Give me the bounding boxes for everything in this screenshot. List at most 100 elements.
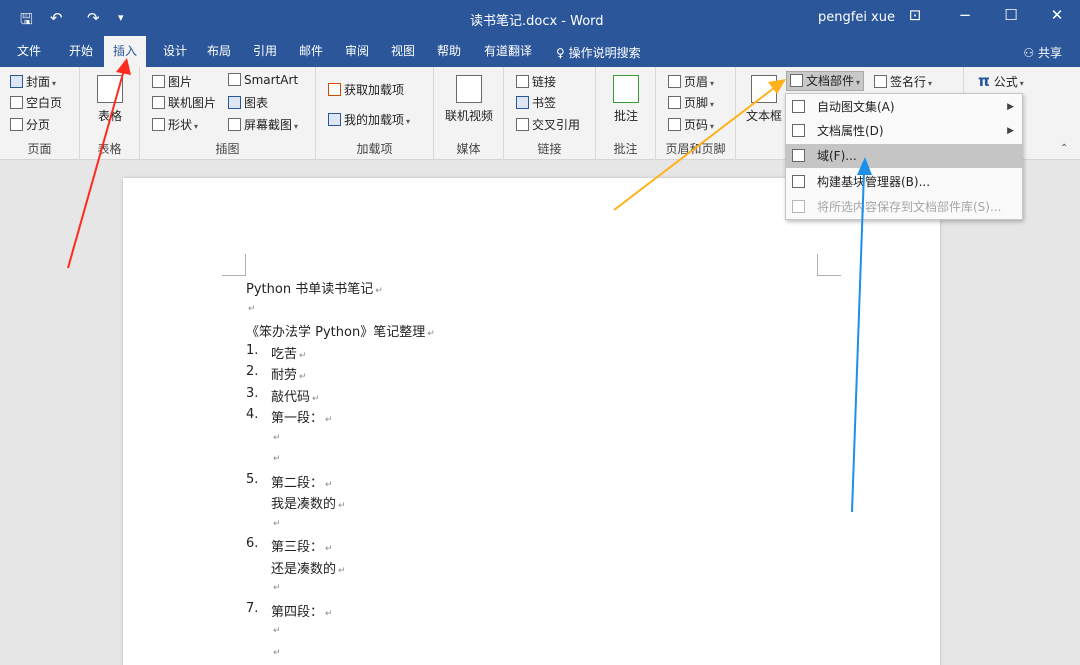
paragraph-mark-icon: ↵ <box>427 329 435 339</box>
quick-parts-menu: 自动图文集(A) ▶ 文档属性(D) ▶ 域(F)... 构建基块管理器(B)... 将所选… <box>785 93 1023 220</box>
group-header-footer: 页眉 ▾ 页脚 ▾ 页码 ▾ 页眉和页脚 <box>656 67 736 160</box>
group-label-illustrations: 插图 <box>215 142 240 156</box>
chart-button[interactable]: 图表 <box>228 94 268 111</box>
document-line[interactable]: ↵ <box>246 300 256 315</box>
blank-page-button[interactable]: 空白页 <box>10 94 62 111</box>
save-icon[interactable]: 🖫 <box>20 9 33 34</box>
footer-icon <box>668 96 681 109</box>
tab-mailings[interactable]: 邮件 <box>292 36 330 67</box>
online-picture-icon <box>152 96 165 109</box>
collapse-ribbon-icon[interactable]: ⌃ <box>1060 143 1068 154</box>
picture-icon <box>152 75 165 88</box>
equation-button[interactable]: π 公式 ▾ <box>978 72 1024 90</box>
menu-item: 将所选内容保存到文档部件库(S)... <box>786 195 1022 219</box>
document-line[interactable]: ↵ <box>271 622 281 637</box>
document-line[interactable]: 敲代码 ↵ <box>271 386 320 405</box>
menu-item[interactable]: 域(F)... <box>786 144 1022 168</box>
maximize-icon[interactable]: ☐ <box>996 6 1026 24</box>
tab-layout[interactable]: 布局 <box>200 36 238 67</box>
new-comment-button[interactable]: 批注 <box>610 75 642 124</box>
document-line[interactable]: 第一段： ↵ <box>271 407 333 426</box>
bookmark-button[interactable]: 书签 <box>516 94 556 111</box>
ribbon-tabs: 文件 开始 插入 设计 布局 引用 邮件 审阅 视图 帮助 有道翻译 ♀ 操作说… <box>0 36 1080 67</box>
signature-line-button[interactable]: 签名行 ▾ <box>874 73 932 90</box>
smartart-button[interactable]: SmartArt <box>228 73 298 87</box>
document-line[interactable]: 第四段： ↵ <box>271 601 333 620</box>
group-addins: 获取加载项 我的加载项 ▾ 加载项 <box>316 67 434 160</box>
menu-item[interactable]: 构建基块管理器(B)... <box>786 170 1022 194</box>
document-line[interactable]: ↵ <box>271 515 281 530</box>
document-property-icon <box>792 124 805 137</box>
screenshot-label: 屏幕截图 <box>244 118 293 132</box>
tab-file[interactable]: 文件 <box>10 36 48 67</box>
pictures-button[interactable]: 图片 <box>152 73 192 90</box>
document-line[interactable]: 第二段： ↵ <box>271 472 333 491</box>
tab-design[interactable]: 设计 <box>156 36 194 67</box>
get-addins-label: 获取加载项 <box>344 83 405 97</box>
document-line[interactable]: 还是凑数的 ↵ <box>271 558 346 577</box>
paragraph-mark-icon: ↵ <box>273 647 281 658</box>
document-area[interactable]: Python 书单读书笔记 ↵ ↵ 《笨办法学 Python》笔记整理 ↵ 1. 吃苦 ↵ 2.… <box>0 160 1080 665</box>
paragraph-mark-icon: ↵ <box>325 544 333 554</box>
document-line[interactable]: 耐劳 ↵ <box>271 364 307 383</box>
cover-page-button[interactable]: 封面 ▾ <box>10 73 56 90</box>
document-line[interactable]: 吃苦 ↵ <box>271 343 307 362</box>
document-page[interactable]: Python 书单读书笔记 ↵ ↵ 《笨办法学 Python》笔记整理 ↵ 1. 吃苦 ↵ 2.… <box>123 178 940 665</box>
my-addins-button[interactable]: 我的加载项 ▾ <box>328 111 410 128</box>
document-line[interactable]: 《笨办法学 Python》笔记整理 ↵ <box>246 321 435 340</box>
tab-home[interactable]: 开始 <box>62 36 100 67</box>
tab-references[interactable]: 引用 <box>246 36 284 67</box>
share-button[interactable]: ⚇ 共享 <box>1023 44 1062 61</box>
minimize-icon[interactable]: − <box>950 6 980 24</box>
screenshot-button[interactable]: 屏幕截图 ▾ <box>228 116 298 133</box>
page-break-button[interactable]: 分页 <box>10 116 50 133</box>
close-icon[interactable]: ✕ <box>1042 6 1072 24</box>
bookmark-label: 书签 <box>532 96 557 110</box>
tell-me-search[interactable]: ♀ 操作说明搜索 <box>556 44 641 61</box>
undo-icon[interactable]: ↶ <box>50 9 63 27</box>
paragraph-mark-icon: ↵ <box>248 303 256 314</box>
paragraph-mark-icon: ↵ <box>273 432 281 443</box>
menu-item-label: 自动图文集(A) <box>817 100 895 114</box>
tab-insert[interactable]: 插入 <box>104 36 146 67</box>
menu-item[interactable]: 文档属性(D) ▶ <box>786 119 1022 143</box>
group-label-header-footer: 页眉和页脚 <box>665 142 726 156</box>
page-number-button[interactable]: 页码 ▾ <box>668 116 714 133</box>
table-button[interactable]: 表格 <box>94 75 126 124</box>
person-icon: ⚇ <box>1023 46 1035 60</box>
tab-view[interactable]: 视图 <box>384 36 422 67</box>
line-text: 还是凑数的 <box>271 561 337 577</box>
cross-reference-label: 交叉引用 <box>532 118 581 132</box>
document-line[interactable]: 我是凑数的 ↵ <box>271 493 346 512</box>
cover-icon <box>10 75 23 88</box>
quick-parts-button[interactable]: 文档部件 ▾ <box>786 71 865 91</box>
customize-icon[interactable]: ▾ <box>118 11 124 24</box>
text-box-button[interactable]: 文本框 <box>742 75 786 124</box>
ribbon-display-icon[interactable]: ⊡ <box>900 6 930 24</box>
user-name[interactable]: pengfei xue <box>818 10 895 25</box>
redo-icon[interactable]: ↷ <box>87 9 100 27</box>
shapes-button[interactable]: 形状 ▾ <box>152 116 198 133</box>
paragraph-mark-icon: ↵ <box>299 372 307 382</box>
menu-item[interactable]: 自动图文集(A) ▶ <box>786 95 1022 119</box>
document-line[interactable]: ↵ <box>271 450 281 465</box>
tab-translate[interactable]: 有道翻译 <box>478 36 538 67</box>
group-links: 链接 书签 交叉引用 链接 <box>504 67 596 160</box>
online-pictures-button[interactable]: 联机图片 <box>152 94 216 111</box>
link-button[interactable]: 链接 <box>516 73 556 90</box>
header-button[interactable]: 页眉 ▾ <box>668 73 714 90</box>
tab-review[interactable]: 审阅 <box>338 36 376 67</box>
document-line[interactable]: ↵ <box>271 429 281 444</box>
get-addins-button[interactable]: 获取加载项 <box>328 81 404 98</box>
document-line[interactable]: 第三段： ↵ <box>271 536 333 555</box>
tab-help[interactable]: 帮助 <box>430 36 468 67</box>
online-pictures-label: 联机图片 <box>168 96 217 110</box>
footer-button[interactable]: 页脚 ▾ <box>668 94 714 111</box>
document-line[interactable]: ↵ <box>271 579 281 594</box>
document-line[interactable]: ↵ <box>271 644 281 659</box>
group-label-media: 媒体 <box>456 142 481 156</box>
online-video-button[interactable]: 联机视频 <box>443 75 495 124</box>
building-blocks-icon <box>792 175 805 188</box>
cross-reference-button[interactable]: 交叉引用 <box>516 116 580 133</box>
document-line[interactable]: Python 书单读书笔记 ↵ <box>246 278 383 297</box>
